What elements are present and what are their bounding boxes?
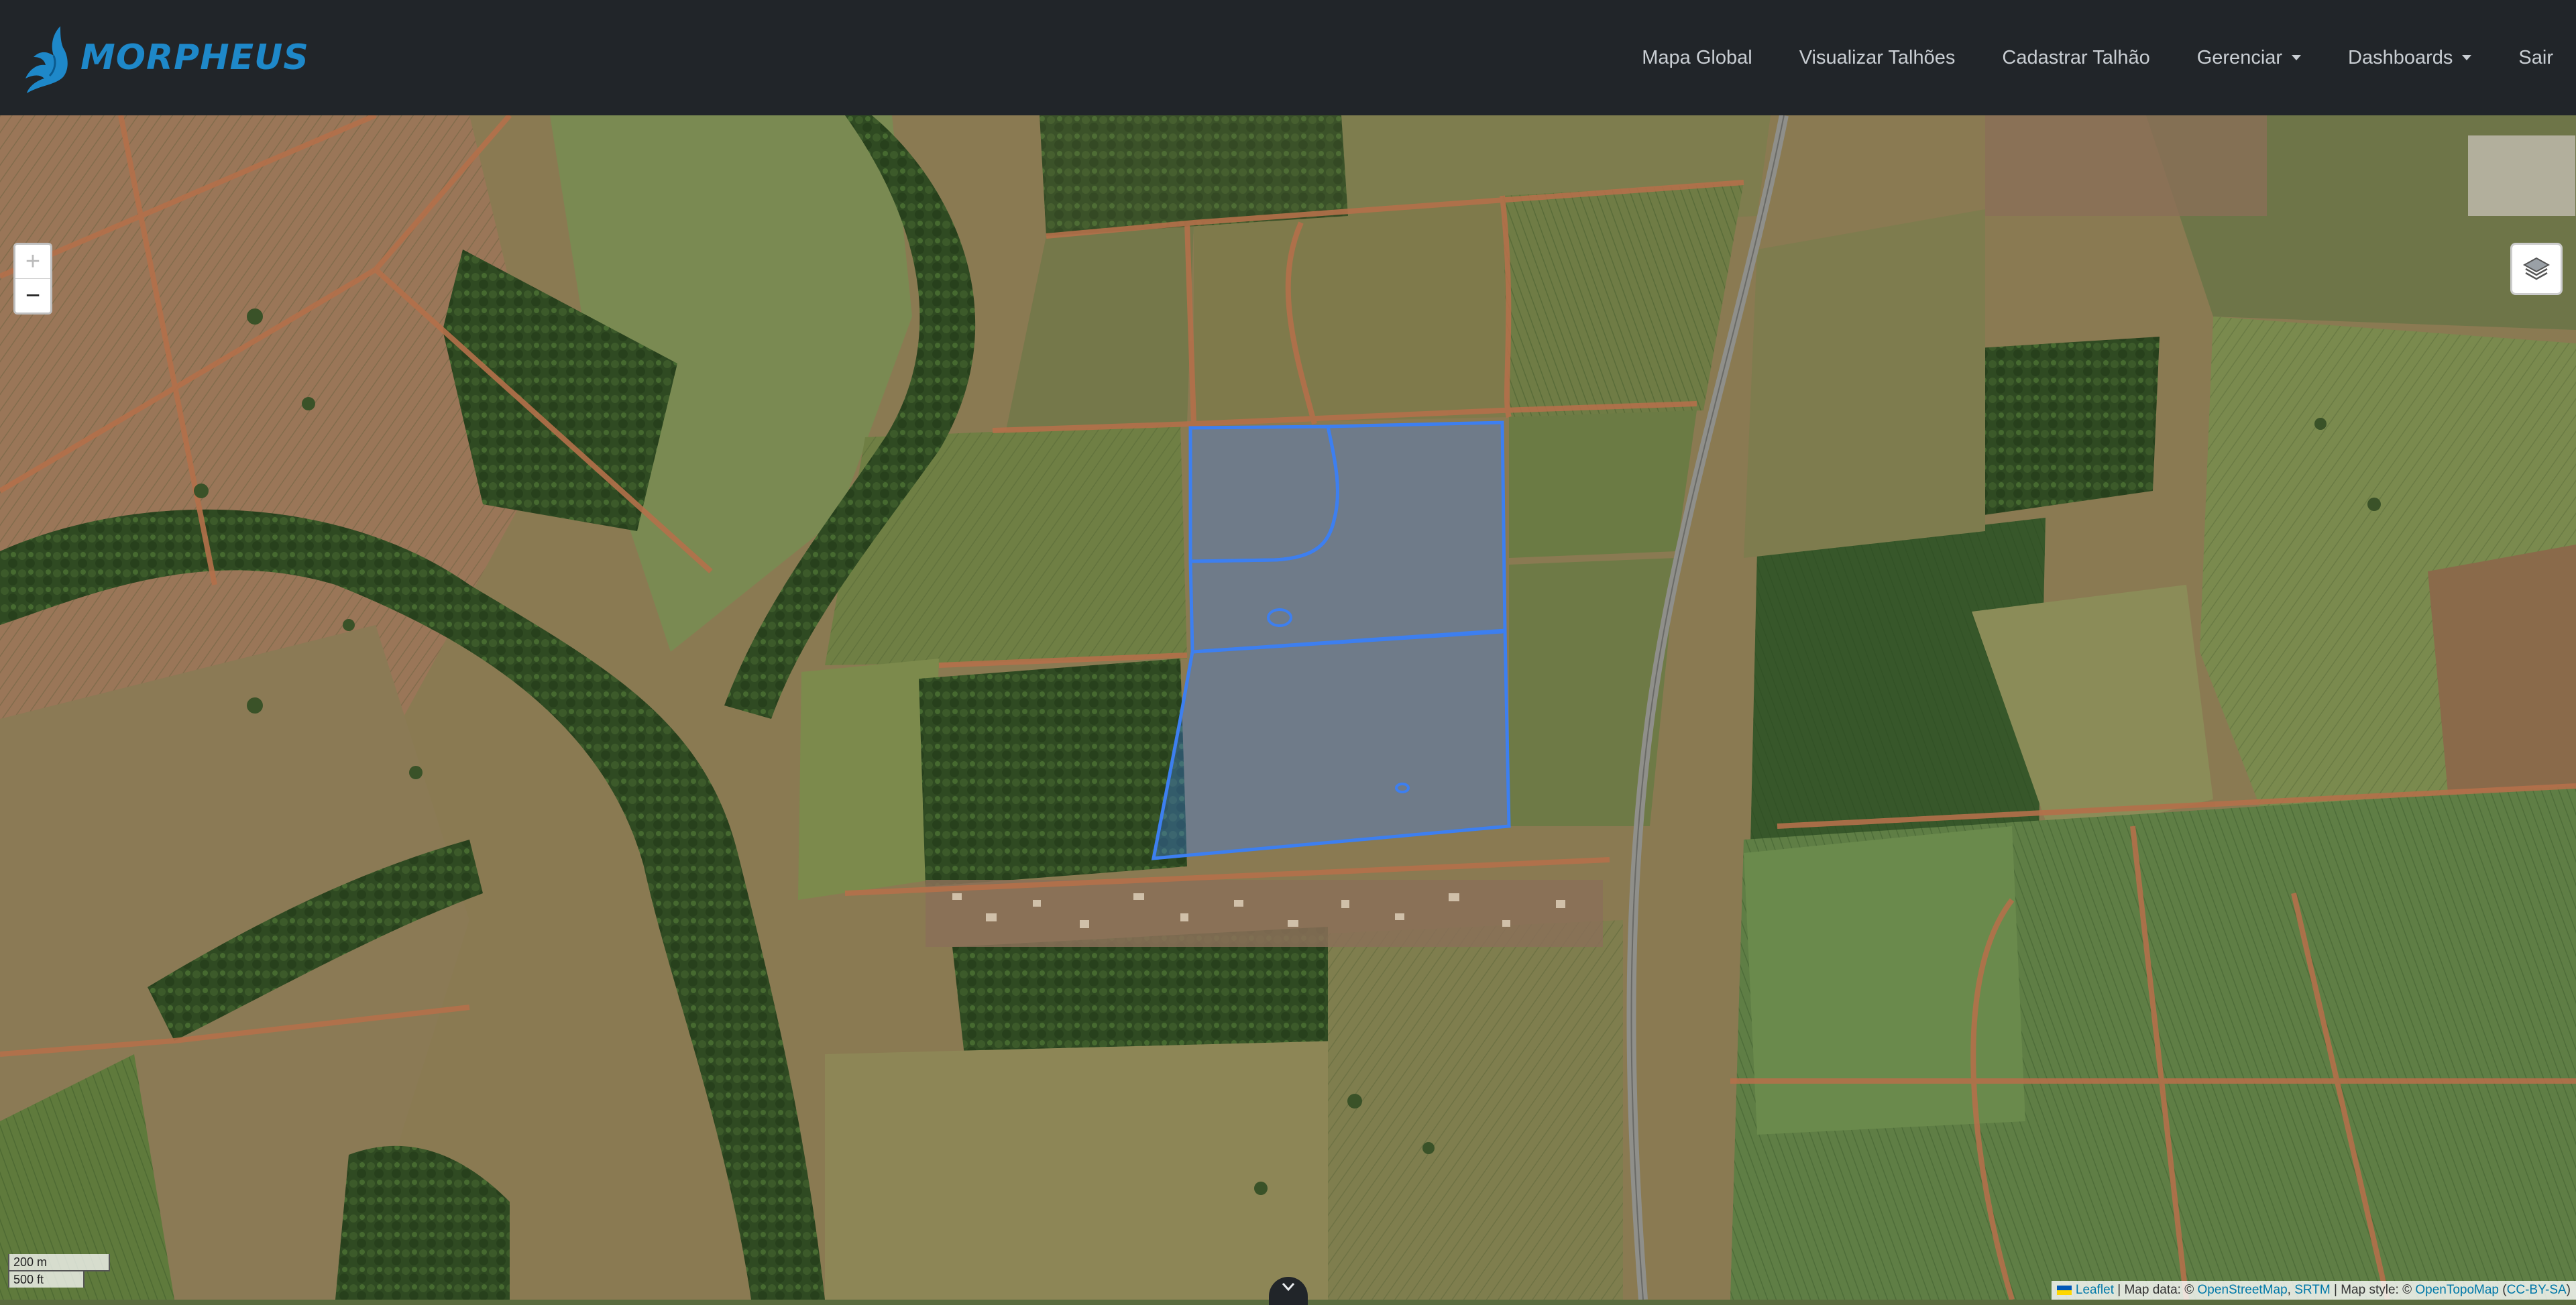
map-attribution: Leaflet | Map data: © OpenStreetMap , SR…	[2051, 1281, 2576, 1300]
zoom-in-button[interactable]: +	[15, 245, 50, 278]
caret-down-icon	[2292, 55, 2302, 60]
nav-label: Mapa Global	[1642, 46, 1752, 68]
scale-metric: 200 m	[8, 1254, 110, 1271]
nav-gerenciar-dropdown[interactable]: Gerenciar	[2196, 46, 2302, 69]
srtm-link[interactable]: SRTM	[2294, 1283, 2330, 1298]
nav-label: Visualizar Talhões	[1799, 46, 1956, 68]
nav-label: Cadastrar Talhão	[2002, 46, 2150, 68]
brand-logo[interactable]: MORPHEUS	[13, 0, 309, 115]
chevron-down-icon	[1282, 1283, 1295, 1292]
nav-sair[interactable]: Sair	[2518, 47, 2553, 69]
zoom-out-button[interactable]: −	[15, 278, 50, 313]
openstreetmap-link[interactable]: OpenStreetMap	[2198, 1283, 2288, 1298]
satellite-imagery	[0, 115, 2576, 1300]
opentopomap-link[interactable]: OpenTopoMap	[2415, 1283, 2499, 1298]
satellite-map[interactable]: + −	[0, 115, 2576, 1300]
map-scale: 200 m 500 ft	[8, 1254, 110, 1288]
brand-name: MORPHEUS	[80, 38, 309, 78]
nav-dashboards-dropdown[interactable]: Dashboards	[2348, 46, 2472, 69]
scale-imperial: 500 ft	[8, 1270, 85, 1288]
top-navbar: MORPHEUS Mapa Global Visualizar Talhões …	[0, 0, 2576, 115]
map-data-prefix: | Map data: ©	[2117, 1283, 2194, 1297]
caret-down-icon	[2462, 55, 2472, 60]
nav-label: Gerenciar	[2196, 46, 2283, 68]
nav-label: Sair	[2518, 46, 2553, 68]
nav-visualizar-talhoes[interactable]: Visualizar Talhões	[1799, 47, 1956, 69]
layers-button[interactable]	[2510, 243, 2563, 295]
layers-icon	[2522, 257, 2551, 280]
map-style-prefix: | Map style: ©	[2334, 1283, 2412, 1297]
phoenix-logo-icon	[25, 26, 68, 93]
nav-cadastrar-talhao[interactable]: Cadastrar Talhão	[2002, 47, 2149, 69]
nav-label: Dashboards	[2348, 46, 2453, 68]
cc-by-sa-link[interactable]: CC-BY-SA	[2507, 1283, 2567, 1298]
nav-mapa-global[interactable]: Mapa Global	[1642, 47, 1752, 69]
talhao-polygons[interactable]	[1151, 420, 1511, 860]
ukraine-flag-icon	[2056, 1286, 2072, 1295]
leaflet-link[interactable]: Leaflet	[2076, 1283, 2114, 1298]
nav-links: Mapa Global Visualizar Talhões Cadastrar…	[1595, 0, 2553, 115]
zoom-control: + −	[13, 243, 52, 315]
